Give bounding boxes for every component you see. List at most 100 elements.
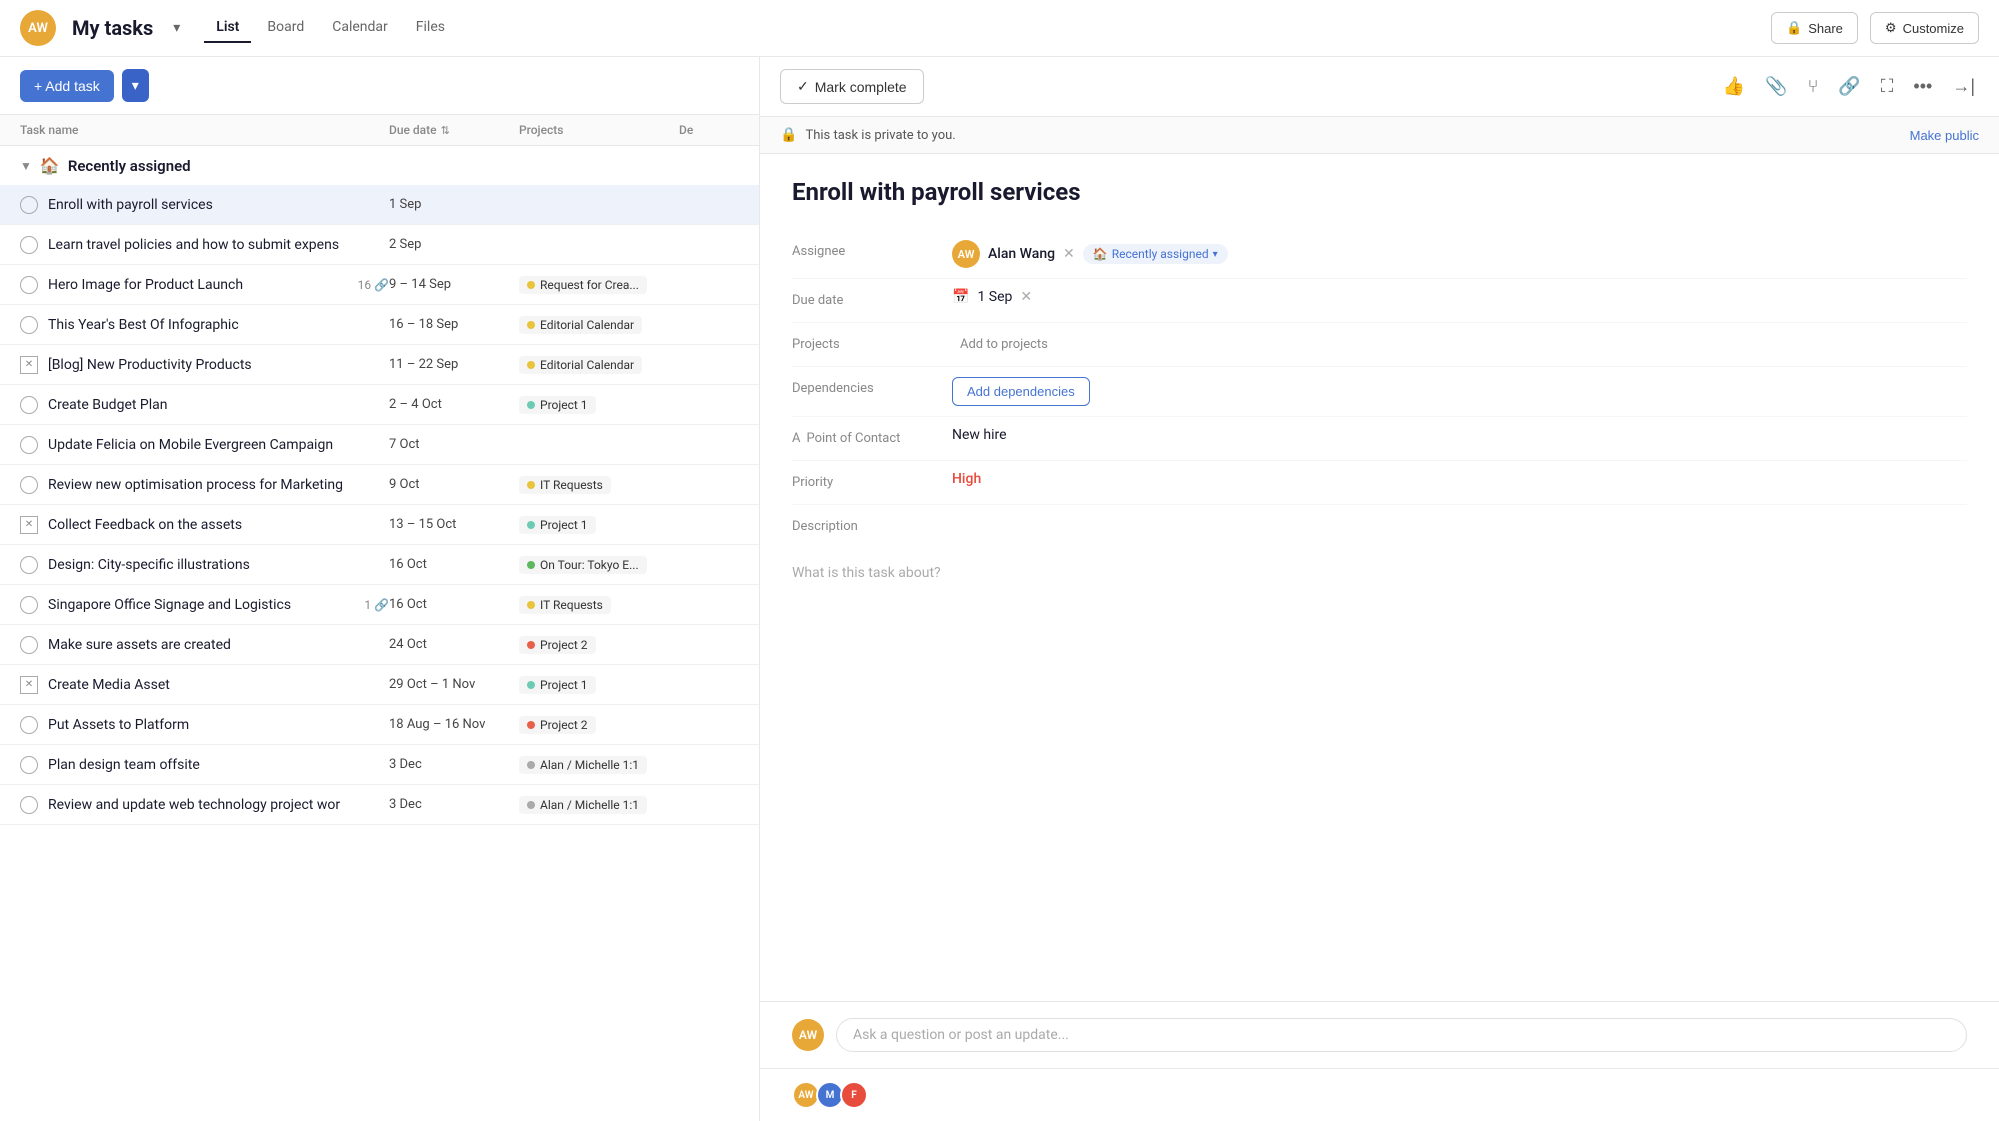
task-due-date: 3 Dec	[389, 757, 519, 772]
project-badge[interactable]: Alan / Michelle 1:1	[519, 796, 647, 814]
top-bar-actions: 🔒 Share ⚙ Customize	[1771, 12, 1979, 44]
description-field-row: Description	[792, 505, 1967, 549]
task-check-icon[interactable]	[20, 716, 38, 734]
task-row[interactable]: ✕ Collect Feedback on the assets 13 – 15…	[0, 505, 759, 545]
task-check-icon[interactable]	[20, 276, 38, 294]
collaborators-bar: AW M F	[760, 1068, 1999, 1121]
task-row[interactable]: Learn travel policies and how to submit …	[0, 225, 759, 265]
task-row[interactable]: Hero Image for Product Launch 16 🔗 9 – 1…	[0, 265, 759, 305]
project-badge[interactable]: Request for Crea...	[519, 276, 647, 294]
task-subtask-icon[interactable]: ✕	[20, 356, 38, 374]
task-row[interactable]: Design: City-specific illustrations 16 O…	[0, 545, 759, 585]
add-task-button[interactable]: + Add task	[20, 70, 114, 102]
tab-board[interactable]: Board	[255, 13, 316, 43]
poc-icon: A	[792, 431, 800, 446]
remove-due-date-button[interactable]: ✕	[1020, 289, 1032, 305]
task-check-icon[interactable]	[20, 556, 38, 574]
task-check-icon[interactable]	[20, 636, 38, 654]
task-check-icon[interactable]	[20, 796, 38, 814]
make-public-button[interactable]: Make public	[1910, 128, 1979, 143]
customize-button[interactable]: ⚙ Customize	[1870, 12, 1979, 44]
project-badge[interactable]: Project 1	[519, 516, 596, 534]
project-name: IT Requests	[540, 598, 603, 612]
mark-complete-button[interactable]: ✓ Mark complete	[780, 69, 924, 104]
task-check-icon[interactable]	[20, 596, 38, 614]
priority-field-row: Priority High	[792, 461, 1967, 505]
task-row[interactable]: This Year's Best Of Infographic 16 – 18 …	[0, 305, 759, 345]
task-row[interactable]: Update Felicia on Mobile Evergreen Campa…	[0, 425, 759, 465]
section-tag-label: Recently assigned	[1112, 247, 1209, 261]
priority-label: Priority	[792, 471, 952, 490]
task-row[interactable]: Singapore Office Signage and Logistics 1…	[0, 585, 759, 625]
task-row[interactable]: Make sure assets are created 24 Oct Proj…	[0, 625, 759, 665]
project-badge[interactable]: On Tour: Tokyo E...	[519, 556, 647, 574]
tab-files[interactable]: Files	[404, 13, 457, 43]
project-badge[interactable]: Project 1	[519, 396, 596, 414]
task-due-date: 9 – 14 Sep	[389, 277, 519, 292]
privacy-banner: 🔒 This task is private to you. Make publ…	[760, 117, 1999, 154]
more-options-button[interactable]: •••	[1909, 72, 1936, 101]
task-row[interactable]: Review and update web technology project…	[0, 785, 759, 825]
task-check-icon[interactable]	[20, 316, 38, 334]
task-check-icon[interactable]	[20, 396, 38, 414]
task-name-text: Collect Feedback on the assets	[48, 517, 389, 533]
task-subtask-icon[interactable]: ✕	[20, 676, 38, 694]
project-badge[interactable]: Project 2	[519, 716, 596, 734]
project-badge[interactable]: IT Requests	[519, 476, 611, 494]
add-dependencies-button[interactable]: Add dependencies	[952, 377, 1090, 406]
tab-calendar[interactable]: Calendar	[320, 13, 400, 43]
collaborator-avatar-3: F	[840, 1081, 868, 1109]
col-header-due-date[interactable]: Due date ⇅	[389, 123, 519, 137]
description-placeholder[interactable]: What is this task about?	[792, 565, 1967, 581]
due-date-value[interactable]: 📅 1 Sep ✕	[952, 289, 1967, 305]
project-badge[interactable]: Project 2	[519, 636, 596, 654]
task-due-date: 16 Oct	[389, 557, 519, 572]
task-check-icon[interactable]	[20, 236, 38, 254]
add-to-projects-button[interactable]: Add to projects	[952, 333, 1056, 356]
tab-list[interactable]: List	[204, 13, 251, 43]
project-badge[interactable]: Editorial Calendar	[519, 356, 642, 374]
task-name-text: Create Budget Plan	[48, 397, 389, 413]
comment-input[interactable]: Ask a question or post an update...	[836, 1018, 1967, 1052]
assignee-section-tag[interactable]: 🏠 Recently assigned ▾	[1083, 244, 1228, 264]
task-name-text: Hero Image for Product Launch	[48, 277, 352, 293]
task-row[interactable]: Create Budget Plan 2 – 4 Oct Project 1	[0, 385, 759, 425]
attachment-button[interactable]: 📎	[1761, 72, 1791, 101]
link-button[interactable]: 🔗	[1834, 72, 1864, 101]
task-row[interactable]: ✕ Create Media Asset 29 Oct – 1 Nov Proj…	[0, 665, 759, 705]
assignee-avatar[interactable]: AW	[952, 240, 980, 268]
project-name: Editorial Calendar	[540, 358, 634, 372]
task-detail-title: Enroll with payroll services	[792, 178, 1967, 206]
thumbs-up-button[interactable]: 👍	[1719, 72, 1749, 101]
project-badge[interactable]: IT Requests	[519, 596, 611, 614]
project-dot	[527, 801, 535, 809]
project-badge[interactable]: Alan / Michelle 1:1	[519, 756, 647, 774]
add-task-caret-button[interactable]: ▾	[122, 69, 149, 102]
share-button[interactable]: 🔒 Share	[1771, 12, 1858, 44]
task-check-icon[interactable]	[20, 196, 38, 214]
task-row[interactable]: Review new optimisation process for Mark…	[0, 465, 759, 505]
task-row[interactable]: ✕ [Blog] New Productivity Products 11 – …	[0, 345, 759, 385]
task-row[interactable]: Plan design team offsite 3 Dec Alan / Mi…	[0, 745, 759, 785]
task-toolbar: + Add task ▾	[0, 57, 759, 115]
task-check-icon[interactable]	[20, 436, 38, 454]
expand-button[interactable]: ⛶	[1877, 72, 1898, 101]
project-badge[interactable]: Editorial Calendar	[519, 316, 642, 334]
left-panel: + Add task ▾ Task name Due date ⇅ Projec…	[0, 57, 760, 1121]
check-icon: ✓	[797, 78, 809, 95]
user-avatar[interactable]: AW	[20, 10, 56, 46]
remove-assignee-button[interactable]: ✕	[1063, 246, 1075, 262]
task-subtask-icon[interactable]: ✕	[20, 516, 38, 534]
close-panel-button[interactable]: →|	[1948, 72, 1979, 101]
section-header-recently-assigned[interactable]: ▼ 🏠 Recently assigned	[0, 146, 759, 185]
task-row[interactable]: Put Assets to Platform 18 Aug – 16 Nov P…	[0, 705, 759, 745]
collapse-icon[interactable]: ▼	[20, 159, 32, 173]
task-check-icon[interactable]	[20, 756, 38, 774]
task-due-date: 18 Aug – 16 Nov	[389, 717, 519, 732]
branch-button[interactable]: ⑂	[1804, 72, 1823, 101]
title-caret-icon[interactable]: ▾	[173, 20, 180, 36]
task-row[interactable]: Enroll with payroll services 1 Sep	[0, 185, 759, 225]
task-check-icon[interactable]	[20, 476, 38, 494]
project-badge[interactable]: Project 1	[519, 676, 596, 694]
task-name-text: Create Media Asset	[48, 677, 389, 693]
